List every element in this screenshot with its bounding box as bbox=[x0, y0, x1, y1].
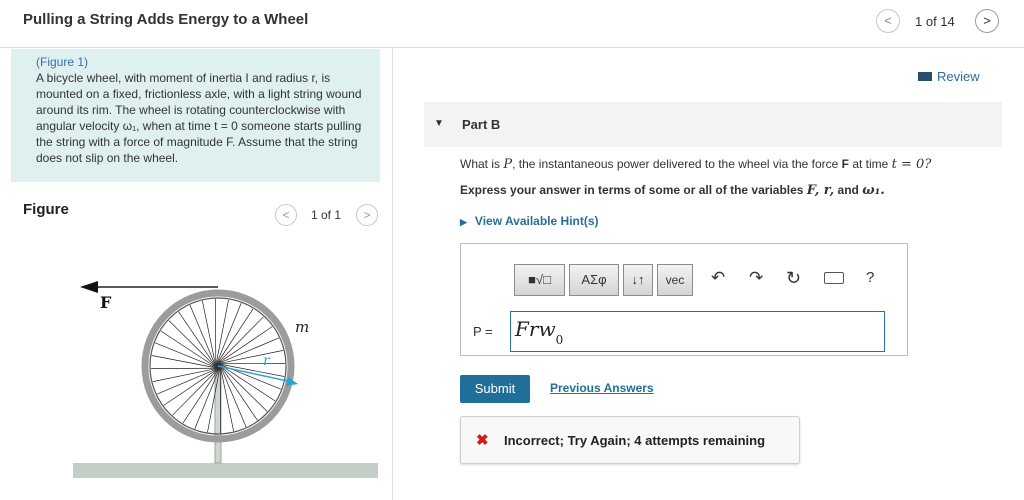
view-hints-link[interactable]: ▶ View Available Hint(s) bbox=[460, 214, 599, 228]
redo-icon[interactable]: ↷ bbox=[749, 268, 763, 288]
templates-button[interactable]: ■√□ bbox=[514, 264, 565, 296]
review-label: Review bbox=[937, 69, 980, 84]
x-icon: ✖ bbox=[476, 432, 489, 449]
arrows-button[interactable]: ↓↑ bbox=[623, 264, 653, 296]
answer-instructions: Express your answer in terms of some or … bbox=[460, 183, 885, 198]
wheel-spoke bbox=[221, 364, 285, 377]
wheel-spoke bbox=[172, 369, 218, 416]
book-icon bbox=[918, 72, 932, 81]
part-label: Part B bbox=[462, 117, 501, 132]
chevron-left-icon[interactable]: < bbox=[876, 9, 900, 33]
wheel-spoke bbox=[220, 350, 284, 364]
wheel-spoke bbox=[221, 366, 268, 412]
figure-heading: Figure bbox=[23, 201, 69, 218]
wheel-spoke bbox=[218, 316, 264, 363]
keyboard-icon[interactable] bbox=[824, 272, 844, 284]
force-arrowhead bbox=[80, 281, 98, 293]
page-counter: 1 of 14 bbox=[915, 14, 955, 29]
force-label: F bbox=[100, 293, 112, 312]
greek-symbols-button[interactable]: ΑΣφ bbox=[569, 264, 619, 296]
wheel-spoke bbox=[152, 368, 216, 382]
page-title: Pulling a String Adds Energy to a Wheel bbox=[23, 11, 309, 28]
undo-icon[interactable]: ↶ bbox=[711, 268, 725, 288]
wheel-spoke bbox=[202, 300, 216, 364]
hint-label: View Available Hint(s) bbox=[474, 214, 599, 228]
wheel-figure: F m r bbox=[73, 281, 378, 478]
reset-icon[interactable]: ↻ bbox=[786, 268, 801, 289]
figure-prev-icon[interactable]: < bbox=[275, 204, 297, 226]
previous-answers-link[interactable]: Previous Answers bbox=[550, 381, 654, 395]
wheel-spoke bbox=[216, 299, 229, 363]
figure-counter: 1 of 1 bbox=[311, 208, 342, 222]
submit-button[interactable]: Submit bbox=[460, 375, 530, 403]
caret-right-icon: ▶ bbox=[460, 217, 467, 227]
panel-divider bbox=[392, 48, 393, 500]
review-link[interactable]: Review bbox=[918, 69, 980, 84]
answer-panel: ■√□ ΑΣφ ↓↑ vec ↶ ↷ ↻ ? P = Frw0 bbox=[460, 243, 908, 356]
problem-statement: (Figure 1) A bicycle wheel, with moment … bbox=[11, 49, 380, 182]
feedback-message: ✖ Incorrect; Try Again; 4 attempts remai… bbox=[460, 416, 800, 464]
wheel-spoke bbox=[151, 355, 215, 368]
problem-text: A bicycle wheel, with moment of inertia … bbox=[36, 71, 362, 165]
wheel-spoke bbox=[168, 320, 215, 366]
top-bar: Pulling a String Adds Energy to a Wheel … bbox=[0, 0, 1024, 48]
answer-input[interactable]: Frw0 bbox=[510, 311, 885, 352]
figure-next-icon[interactable]: > bbox=[356, 204, 378, 226]
question-text: What is P, the instantaneous power deliv… bbox=[460, 157, 932, 172]
chevron-right-icon[interactable]: > bbox=[975, 9, 999, 33]
answer-label: P = bbox=[473, 324, 493, 339]
figure-link[interactable]: (Figure 1) bbox=[36, 54, 380, 70]
caret-down-icon: ▼ bbox=[434, 118, 444, 129]
vec-button[interactable]: vec bbox=[657, 264, 693, 296]
wheel-spoke bbox=[220, 368, 234, 432]
part-header[interactable]: ▼ Part B bbox=[424, 102, 1002, 147]
help-icon[interactable]: ? bbox=[866, 269, 874, 286]
radius-label: r bbox=[263, 353, 271, 369]
mass-label: m bbox=[295, 318, 309, 336]
feedback-text: Incorrect; Try Again; 4 attempts remaini… bbox=[504, 433, 766, 448]
ground bbox=[73, 463, 378, 478]
